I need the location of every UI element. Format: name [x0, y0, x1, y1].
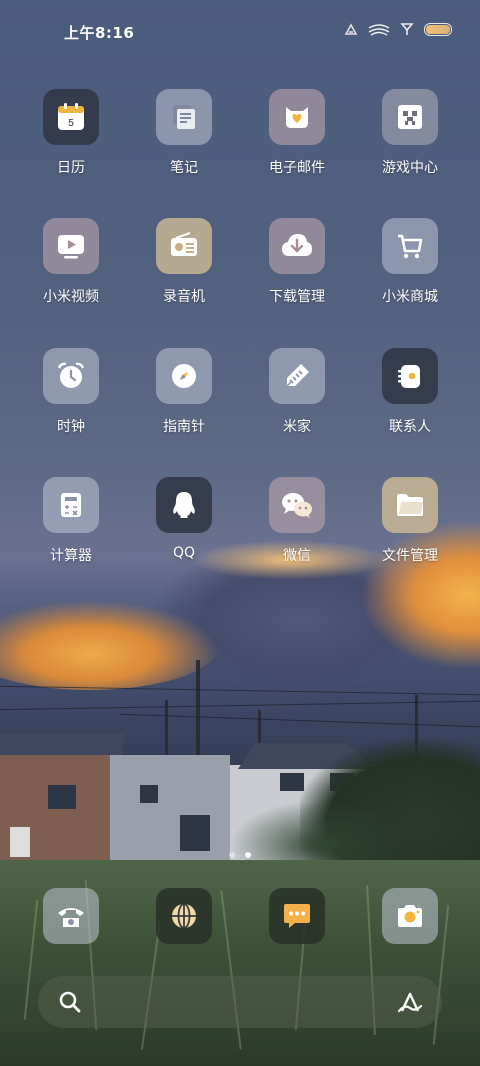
app-label: 文件管理 — [382, 548, 438, 564]
app-mijia[interactable]: 米家 — [247, 348, 347, 436]
wallpaper-wire — [120, 713, 480, 728]
home-screen: 上午8:16 5 日历 笔记 电子邮件 游戏中心 小米视频 录音机 下载管理 小… — [0, 0, 480, 1066]
app-mi-video[interactable]: 小米视频 — [21, 218, 121, 306]
app-label: 游戏中心 — [382, 160, 438, 176]
wallpaper-house — [110, 755, 230, 865]
camera-icon — [398, 905, 422, 927]
app-calculator[interactable]: 计算器 — [21, 477, 121, 565]
app-label: 笔记 — [170, 160, 198, 176]
phone-icon — [58, 908, 84, 927]
search-bar[interactable] — [38, 976, 442, 1028]
page-dot[interactable] — [229, 852, 235, 858]
app-wechat[interactable]: 微信 — [247, 477, 347, 565]
wallpaper-wire — [0, 700, 480, 711]
app-label: 录音机 — [163, 289, 205, 305]
app-label: 微信 — [283, 548, 311, 564]
wallpaper-house — [0, 733, 126, 865]
wechat-icon — [269, 477, 325, 533]
calendar-day: 5 — [68, 118, 74, 129]
dock-messages[interactable] — [269, 888, 325, 944]
contacts-icon — [382, 348, 438, 404]
notes-icon — [156, 89, 212, 145]
assistant-icon[interactable] — [396, 990, 424, 1014]
app-label: 计算器 — [50, 548, 92, 564]
app-email[interactable]: 电子邮件 — [247, 89, 347, 177]
shopping-cart-icon — [382, 218, 438, 274]
app-clock[interactable]: 时钟 — [21, 348, 121, 436]
app-file-manager[interactable]: 文件管理 — [360, 477, 460, 565]
recorder-icon — [156, 218, 212, 274]
data-icon — [344, 22, 358, 35]
app-recorder[interactable]: 录音机 — [134, 218, 234, 306]
app-mi-store[interactable]: 小米商城 — [360, 218, 460, 306]
app-label: 指南针 — [163, 419, 205, 435]
game-center-icon — [382, 89, 438, 145]
wifi-icon — [368, 23, 390, 36]
app-label: 联系人 — [389, 419, 431, 435]
app-label: 小米商城 — [382, 289, 438, 305]
app-label: 电子邮件 — [269, 160, 325, 176]
app-notes[interactable]: 笔记 — [134, 89, 234, 177]
dock-phone[interactable] — [43, 888, 99, 944]
file-manager-icon — [382, 477, 438, 533]
battery-icon — [424, 22, 452, 36]
calculator-icon — [43, 477, 99, 533]
app-label: 时钟 — [57, 419, 85, 435]
app-label: 米家 — [283, 419, 311, 435]
status-icons — [344, 22, 452, 36]
email-icon — [269, 89, 325, 145]
app-label: 下载管理 — [269, 289, 325, 305]
calendar-icon: 5 — [43, 89, 99, 145]
mijia-icon — [269, 348, 325, 404]
messages-icon — [284, 904, 310, 928]
browser-icon — [172, 903, 196, 929]
app-label: 日历 — [57, 160, 85, 176]
app-game-center[interactable]: 游戏中心 — [360, 89, 460, 177]
app-contacts[interactable]: 联系人 — [360, 348, 460, 436]
signal-icon — [400, 23, 414, 35]
page-dot-active[interactable] — [245, 852, 251, 858]
qq-icon — [156, 477, 212, 533]
dock-browser[interactable] — [156, 888, 212, 944]
app-label: QQ — [172, 545, 196, 561]
app-download-manager[interactable]: 下载管理 — [247, 218, 347, 306]
download-icon — [269, 218, 325, 274]
app-label: 小米视频 — [43, 289, 99, 305]
app-compass[interactable]: 指南针 — [134, 348, 234, 436]
app-qq[interactable]: QQ — [134, 477, 234, 561]
video-icon — [43, 218, 99, 274]
search-icon[interactable] — [58, 990, 82, 1014]
page-indicator[interactable] — [0, 852, 480, 858]
compass-icon — [156, 348, 212, 404]
status-time: 上午8:16 — [64, 24, 135, 42]
clock-icon — [43, 348, 99, 404]
app-calendar[interactable]: 5 日历 — [21, 89, 121, 177]
status-bar: 上午8:16 — [0, 0, 480, 62]
dock-camera[interactable] — [382, 888, 438, 944]
